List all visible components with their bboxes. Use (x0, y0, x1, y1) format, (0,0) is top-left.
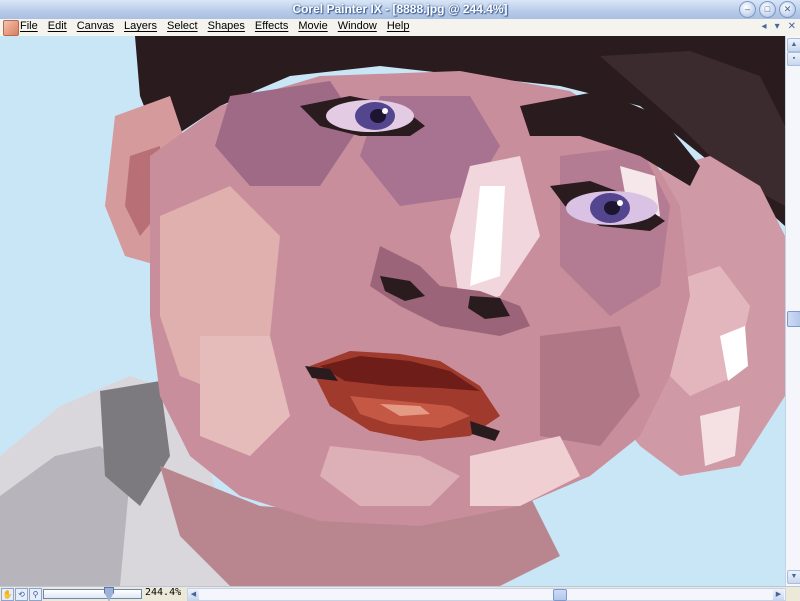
panel-toggle-button[interactable]: ▪ (787, 52, 800, 66)
chevron-left-icon: ◀ (190, 591, 197, 598)
magnifier-icon[interactable]: ⚲ (29, 588, 42, 601)
close-icon: ✕ (783, 4, 792, 14)
window-controls: – □ ✕ (739, 1, 796, 18)
menu-select[interactable]: Select (167, 20, 198, 32)
menu-window[interactable]: Window (338, 20, 377, 32)
document-window-controls: ◂ ▾ ✕ (762, 21, 796, 32)
menu-shapes[interactable]: Shapes (208, 20, 245, 32)
close-button[interactable]: ✕ (779, 1, 796, 18)
status-bar: ✋ ⟲ ⚲ 244.4% ◀ ▶ (0, 586, 800, 601)
window-title: Corel Painter IX - [8888.jpg @ 244.4%] (292, 2, 508, 16)
horizontal-scrollbar[interactable]: ◀ ▶ (187, 588, 786, 601)
menu-items: File Edit Canvas Layers Select Shapes Ef… (20, 20, 409, 32)
menu-canvas[interactable]: Canvas (77, 20, 114, 32)
chevron-down-icon: ▼ (790, 573, 798, 580)
menu-movie[interactable]: Movie (298, 20, 327, 32)
zoom-slider-thumb[interactable] (104, 587, 115, 601)
minimize-button[interactable]: – (739, 1, 756, 18)
menu-layers[interactable]: Layers (124, 20, 157, 32)
menu-bar: File Edit Canvas Layers Select Shapes Ef… (0, 19, 800, 37)
rotate-page-icon[interactable]: ⟲ (15, 588, 28, 601)
doc-minimize-icon[interactable]: ▾ (775, 21, 780, 32)
zoom-level-text[interactable]: 244.4% (145, 587, 181, 598)
menu-file[interactable]: File (20, 20, 38, 32)
vertical-scrollbar[interactable]: ▲ ▪ ▼ (785, 36, 800, 586)
portrait-painting (0, 36, 785, 586)
grabber-tool-icon[interactable]: ✋ (1, 588, 14, 601)
scroll-left-button[interactable]: ◀ (188, 589, 199, 600)
zoom-slider[interactable] (43, 587, 142, 601)
maximize-button[interactable]: □ (759, 1, 776, 18)
painter-app-icon[interactable] (3, 20, 19, 36)
scroll-right-button[interactable]: ▶ (773, 589, 784, 600)
horizontal-scroll-thumb[interactable] (553, 589, 567, 601)
doc-close-icon[interactable]: ✕ (788, 21, 796, 32)
menu-edit[interactable]: Edit (48, 20, 67, 32)
vertical-scroll-thumb[interactable] (787, 311, 800, 327)
chevron-up-icon: ▲ (790, 41, 798, 48)
doc-restore-icon[interactable]: ◂ (762, 21, 767, 32)
menu-help[interactable]: Help (387, 20, 410, 32)
scroll-down-button[interactable]: ▼ (787, 570, 800, 584)
maximize-icon: □ (764, 4, 771, 14)
panel-icon: ▪ (792, 55, 796, 62)
title-bar: Corel Painter IX - [8888.jpg @ 244.4%] –… (0, 0, 800, 20)
painting-canvas[interactable] (0, 36, 785, 586)
scroll-up-button[interactable]: ▲ (787, 38, 800, 52)
menu-effects[interactable]: Effects (255, 20, 288, 32)
minimize-icon: – (744, 4, 750, 14)
chevron-right-icon: ▶ (775, 591, 782, 598)
